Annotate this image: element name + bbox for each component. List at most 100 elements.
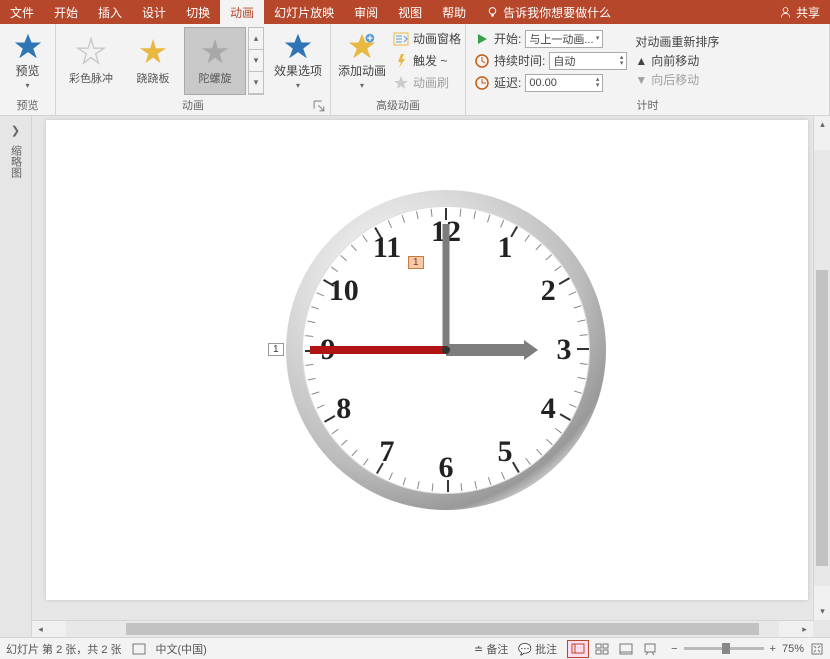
tab-transition[interactable]: 切换 (176, 0, 220, 24)
pane-icon (393, 31, 409, 47)
effect-options-button[interactable]: 效果选项 ▾ (270, 32, 326, 90)
animation-gallery[interactable]: 彩色脉冲 跷跷板 陀螺旋 ▴ ▾ ▾ (60, 27, 264, 95)
trigger-button[interactable]: 触发 ~ (393, 51, 461, 71)
start-label: 开始: (494, 30, 521, 47)
anim-label: 彩色脉冲 (69, 70, 113, 86)
comments-button[interactable]: 💬 批注 (518, 641, 557, 657)
delay-icon (474, 75, 490, 91)
zoom-in-button[interactable]: + (770, 643, 776, 655)
animation-tag-1[interactable]: 1 (408, 256, 424, 269)
share-icon (779, 6, 792, 19)
second-hand[interactable] (310, 346, 446, 354)
duration-label: 持续时间: (494, 52, 545, 69)
tab-home[interactable]: 开始 (44, 0, 88, 24)
preview-button[interactable]: 预览 ▾ (4, 32, 51, 90)
move-later-button: ▼向后移动 (635, 71, 719, 88)
sorter-view-icon (595, 642, 609, 656)
gallery-up-icon[interactable]: ▴ (249, 28, 263, 50)
fit-window-icon[interactable] (810, 642, 824, 656)
tab-slideshow[interactable]: 幻灯片放映 (264, 0, 344, 24)
slideshow-view-icon (643, 642, 657, 656)
clock-number: 1 (498, 231, 513, 265)
tab-review[interactable]: 审阅 (344, 0, 388, 24)
tab-file[interactable]: 文件 (0, 0, 44, 24)
thumbnail-panel-collapsed[interactable]: ❯ 缩略图 (0, 116, 32, 637)
dropdown-icon: ▾ (296, 81, 300, 90)
zoom-out-button[interactable]: − (671, 643, 677, 655)
tell-me-label: 告诉我你想要做什么 (503, 4, 611, 21)
scroll-down-icon[interactable]: ▾ (814, 603, 830, 620)
clock-number: 6 (439, 451, 454, 485)
scroll-left-icon[interactable]: ◂ (32, 621, 49, 638)
horizontal-scrollbar[interactable]: ◂ ▸ (32, 620, 813, 637)
duration-input[interactable]: 自动▴▾ (549, 52, 627, 70)
zoom-thumb[interactable] (722, 643, 730, 654)
gallery-spinner[interactable]: ▴ ▾ ▾ (248, 27, 264, 95)
expand-chevron-icon[interactable]: ❯ (11, 124, 20, 137)
zoom-control: − + 75% (671, 642, 824, 656)
spellcheck-icon[interactable] (132, 642, 146, 656)
tell-me[interactable]: 告诉我你想要做什么 (486, 4, 611, 21)
lightbulb-icon (486, 6, 499, 19)
tab-help[interactable]: 帮助 (432, 0, 476, 24)
add-star-icon (348, 32, 376, 60)
start-input[interactable]: 与上一动画...▾ (525, 30, 603, 48)
animation-painter-label: 动画刷 (413, 74, 449, 91)
sorter-view-button[interactable] (591, 640, 613, 658)
dialog-launcher-icon[interactable] (313, 100, 326, 113)
view-buttons (567, 640, 661, 658)
clock-icon (474, 53, 490, 69)
normal-view-button[interactable] (567, 640, 589, 658)
clock-number: 11 (373, 231, 401, 265)
reading-view-button[interactable] (615, 640, 637, 658)
delay-label: 延迟: (494, 74, 521, 91)
workspace: ❯ 缩略图 121234567891011 1 1 ▴ ▾ ◂ ▸ (0, 116, 830, 637)
trigger-icon (393, 53, 409, 69)
animation-tag-2[interactable]: 1 (268, 343, 284, 356)
group-label-timing: 计时 (470, 95, 825, 115)
animation-pane-button[interactable]: 动画窗格 (393, 29, 461, 49)
tab-animation[interactable]: 动画 (220, 0, 264, 24)
normal-view-icon (571, 642, 585, 656)
anim-spin[interactable]: 陀螺旋 (184, 27, 246, 95)
tab-insert[interactable]: 插入 (88, 0, 132, 24)
add-animation-button[interactable]: 添加动画 ▾ (335, 32, 389, 90)
gallery-down-icon[interactable]: ▾ (249, 50, 263, 72)
language-status[interactable]: 中文(中国) (156, 641, 207, 657)
notes-button[interactable]: ≐ 备注 (474, 641, 508, 657)
group-label-preview: 预览 (4, 95, 51, 115)
anim-label: 跷跷板 (137, 70, 170, 86)
hscroll-thumb[interactable] (126, 623, 759, 635)
tab-view[interactable]: 视图 (388, 0, 432, 24)
slideshow-view-button[interactable] (639, 640, 661, 658)
vscroll-thumb[interactable] (816, 270, 828, 566)
animation-painter-button: 动画刷 (393, 73, 461, 93)
zoom-value[interactable]: 75% (782, 643, 804, 655)
zoom-slider[interactable] (684, 647, 764, 650)
gallery-more-icon[interactable]: ▾ (249, 72, 263, 94)
share-button[interactable]: 共享 (779, 4, 820, 21)
scroll-right-icon[interactable]: ▸ (796, 621, 813, 638)
delay-input[interactable]: 00.00▴▾ (525, 74, 603, 92)
share-label: 共享 (796, 4, 820, 21)
slide-area: 121234567891011 1 1 (32, 116, 830, 637)
duration-row: 持续时间: 自动▴▾ (474, 51, 627, 71)
tab-design[interactable]: 设计 (132, 0, 176, 24)
hour-hand[interactable] (446, 344, 526, 356)
reading-view-icon (619, 642, 633, 656)
star-icon (138, 36, 168, 66)
minute-hand[interactable] (443, 224, 450, 350)
anim-color-pulse[interactable]: 彩色脉冲 (60, 27, 122, 95)
clock-number: 7 (380, 435, 395, 469)
vertical-scrollbar[interactable]: ▴ ▾ (813, 116, 830, 620)
group-label-advanced: 高级动画 (335, 95, 461, 115)
slide-canvas[interactable]: 121234567891011 1 1 (46, 120, 808, 600)
move-earlier-button[interactable]: ▲向前移动 (635, 52, 719, 69)
anim-teeter[interactable]: 跷跷板 (122, 27, 184, 95)
trigger-label: 触发 ~ (413, 52, 447, 69)
clock-graphic[interactable]: 121234567891011 1 1 (286, 190, 606, 510)
anim-label: 陀螺旋 (199, 70, 232, 86)
scroll-up-icon[interactable]: ▴ (814, 116, 830, 133)
animation-pane-label: 动画窗格 (413, 30, 461, 47)
clock-number: 8 (336, 392, 351, 426)
